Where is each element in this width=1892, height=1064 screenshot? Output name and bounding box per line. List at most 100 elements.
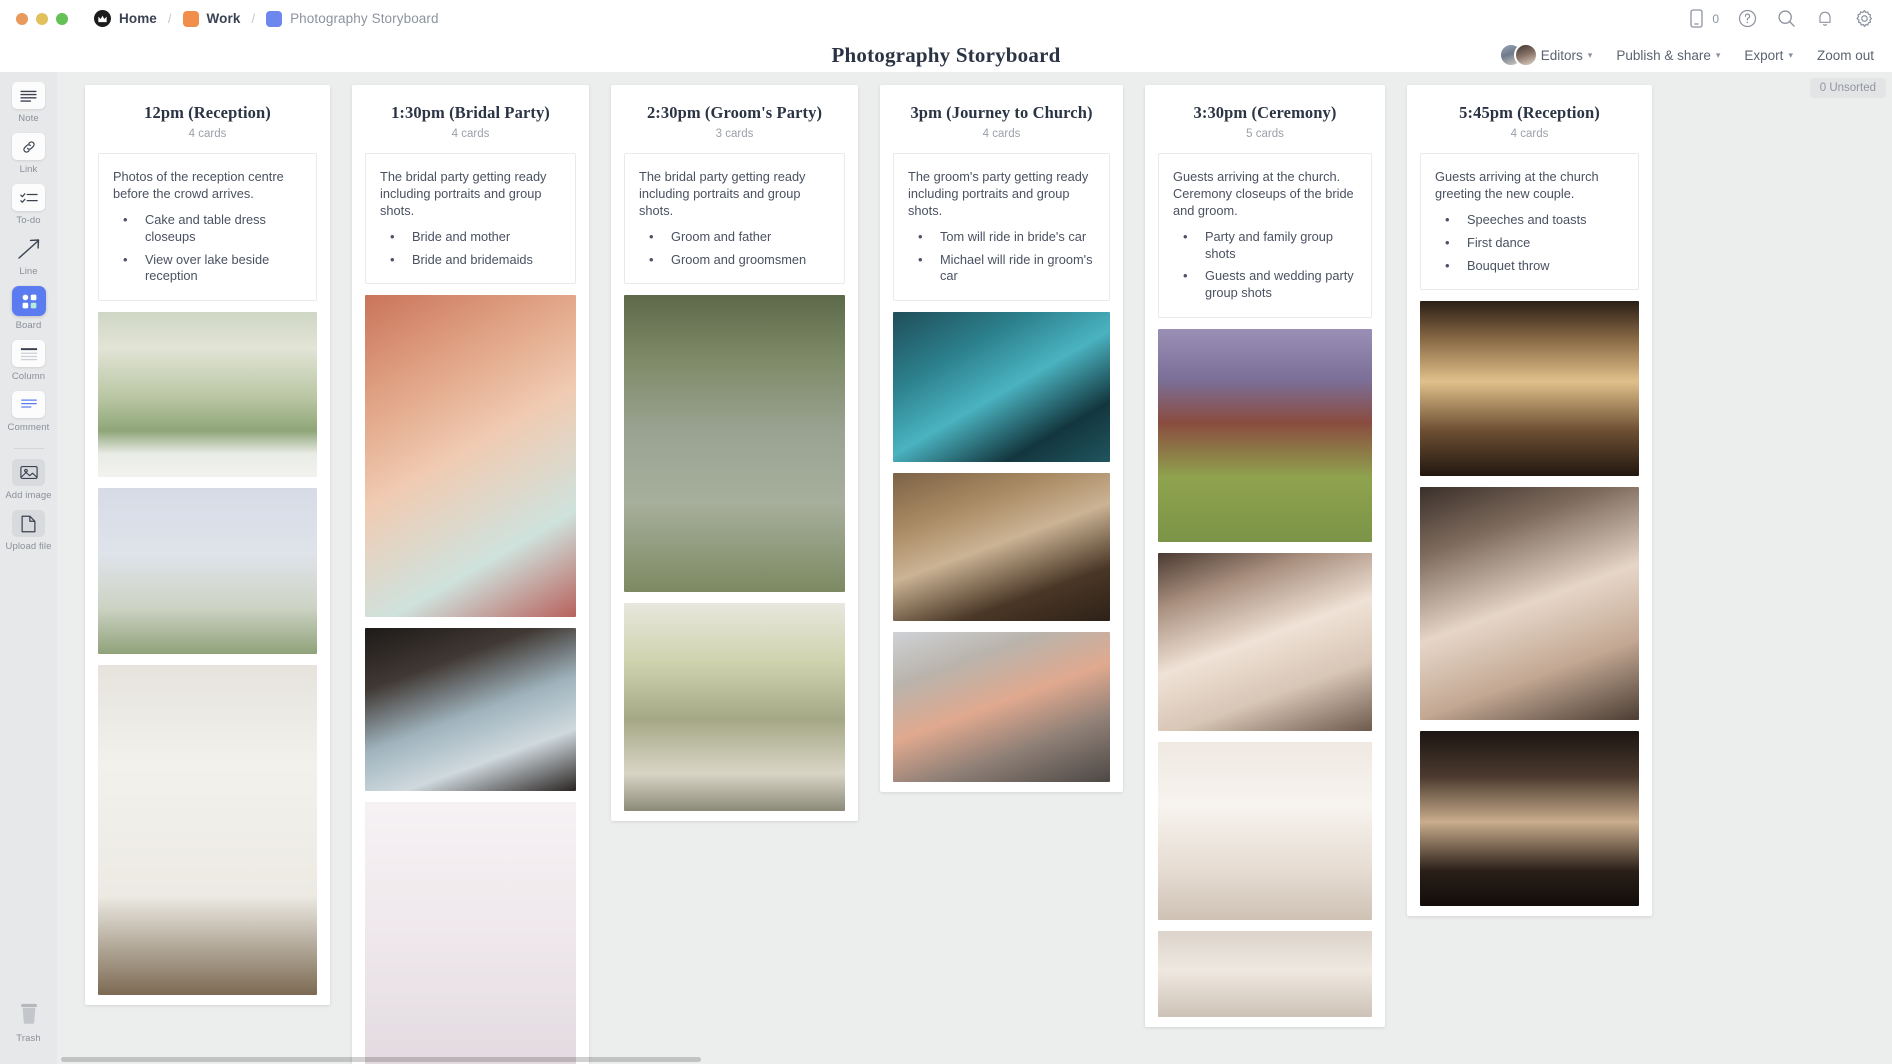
couple-embrace-photo[interactable] (1420, 487, 1639, 721)
bride-veil-photo[interactable] (1158, 553, 1372, 732)
note-bullet-item: Bride and bridemaids (380, 251, 561, 269)
sidebar-item-add-image[interactable]: Add image (0, 459, 57, 501)
milanote-logo-icon (94, 10, 111, 27)
car-greeting-photo[interactable] (893, 632, 1110, 783)
breadcrumb-item-work[interactable]: Work (182, 10, 241, 27)
export-label: Export (1744, 47, 1784, 63)
column-card-count: 4 cards (1510, 128, 1549, 140)
scrollbar-thumb[interactable] (61, 1057, 701, 1062)
board-column[interactable]: 2:30pm (Groom's Party) 3 cards The bridal … (611, 85, 858, 822)
wedding-party-photo[interactable] (1158, 329, 1372, 543)
mobile-icon[interactable] (1685, 8, 1707, 30)
flower-girls-photo[interactable] (365, 802, 576, 1064)
column-header: 3:30pm (Ceremony) 5 cards (1145, 85, 1385, 153)
board-column[interactable]: 1:30pm (Bridal Party) 4 cards The bridal p… (352, 85, 589, 1064)
close-window-button[interactable] (16, 12, 28, 25)
sidebar-item-note[interactable]: Note (0, 82, 57, 124)
avatar (1513, 43, 1538, 67)
sidebar-item-label: Board (15, 320, 42, 331)
column-title: 3:30pm (Ceremony) (1193, 103, 1337, 122)
sidebar-item-upload-file[interactable]: Upload file (0, 510, 57, 552)
sidebar-item-comment[interactable]: Comment (0, 391, 57, 433)
search-icon[interactable] (1775, 8, 1797, 30)
zoom-out-button[interactable]: Zoom out (1817, 48, 1874, 63)
note-bullet-list: Cake and table dress closeups View over l… (113, 211, 302, 286)
vintage-car-photo[interactable] (893, 312, 1110, 463)
breadcrumb-item-current[interactable]: Photography Storyboard (266, 10, 439, 27)
breadcrumb-separator-1: / (167, 11, 172, 26)
note-bullet-item: Cake and table dress closeups (113, 211, 302, 246)
note-card[interactable]: The bridal party getting ready including… (624, 153, 845, 285)
sidebar-item-trash[interactable]: Trash (0, 999, 57, 1044)
help-icon[interactable] (1736, 8, 1758, 30)
board-column[interactable]: 3:30pm (Ceremony) 5 cards Guests arriving … (1145, 85, 1385, 1028)
column-header: 2:30pm (Groom's Party) 3 cards (611, 85, 858, 153)
breadcrumb-current-label: Photography Storyboard (290, 11, 439, 26)
image-icon (12, 459, 45, 486)
rings-in-hands-photo[interactable] (1158, 742, 1372, 921)
sidebar-item-board[interactable]: Board (0, 286, 57, 331)
titlebar-actions: 0 (1685, 8, 1892, 30)
note-bullet-list: Tom will ride in bride's car Michael will… (908, 228, 1095, 286)
breadcrumb-item-home[interactable]: Home (94, 10, 157, 27)
line-icon (12, 235, 45, 262)
toast-photo[interactable] (1420, 301, 1639, 477)
sidebar-item-todo[interactable]: To-do (0, 184, 57, 226)
steering-wheel-photo[interactable] (893, 473, 1110, 622)
board-column[interactable]: 12pm (Reception) 4 cards Photos of the rec… (85, 85, 330, 1006)
editors-button[interactable]: Editors ▾ (1498, 43, 1592, 67)
work-folder-icon (182, 10, 199, 27)
settings-icon[interactable] (1853, 8, 1875, 30)
minimize-window-button[interactable] (36, 12, 48, 25)
board-column[interactable]: 5:45pm (Reception) 4 cards Guests arriving… (1407, 85, 1652, 917)
note-card[interactable]: The groom's party getting ready includin… (893, 153, 1110, 302)
first-dance-photo[interactable] (1420, 731, 1639, 907)
zoom-out-label: Zoom out (1816, 47, 1874, 63)
notifications-icon[interactable] (1814, 8, 1836, 30)
board-columns: 12pm (Reception) 4 cards Photos of the rec… (57, 72, 1892, 1064)
bride-portrait-photo[interactable] (365, 295, 576, 618)
note-bullet-item: Tom will ride in bride's car (908, 228, 1095, 246)
note-paragraph: The groom's party getting ready includin… (908, 169, 1089, 218)
sidebar-item-link[interactable]: Link (0, 133, 57, 175)
note-card[interactable]: Photos of the reception centre before th… (98, 153, 317, 302)
mobile-device-count: 0 (1712, 11, 1719, 26)
bridesmaids-laughing-photo[interactable] (365, 628, 576, 792)
column-title: 1:30pm (Bridal Party) (391, 103, 550, 122)
maximize-window-button[interactable] (56, 12, 68, 25)
note-bullet-list: Party and family group shots Guests and w… (1173, 228, 1357, 303)
column-icon (12, 340, 45, 367)
chevron-down-icon: ▾ (1788, 49, 1793, 60)
unsorted-badge[interactable]: 0 Unsorted (1809, 78, 1886, 98)
reception-colonnade-photo[interactable] (98, 312, 317, 478)
groom-suit-photo[interactable] (624, 295, 845, 593)
note-icon (12, 82, 45, 109)
breadcrumb-home-label: Home (119, 11, 157, 26)
column-header: 1:30pm (Bridal Party) 4 cards (352, 85, 589, 153)
bouquet-arch-photo[interactable] (98, 488, 317, 655)
board-column[interactable]: 3pm (Journey to Church) 4 cards The groom'… (880, 85, 1123, 793)
board-header-actions: Editors ▾ Publish & share ▾ Export ▾ Zoo… (1498, 43, 1892, 67)
note-bullet-list: Bride and mother Bride and bridemaids (380, 228, 561, 269)
wedding-cake-photo[interactable] (98, 665, 317, 996)
column-card-count: 3 cards (715, 128, 754, 140)
horizontal-scrollbar[interactable] (57, 1056, 1892, 1062)
export-button[interactable]: Export ▾ (1744, 48, 1793, 63)
window-traffic-lights (0, 12, 68, 25)
note-bullet-item: Groom and father (639, 228, 830, 246)
note-bullet-item: Michael will ride in groom's car (908, 251, 1095, 286)
board-canvas[interactable]: 0 Unsorted 12pm (Reception) 4 cards Photos… (57, 72, 1892, 1064)
note-card[interactable]: Guests arriving at the church. Ceremony … (1158, 153, 1372, 319)
board-folder-icon (266, 10, 283, 27)
sidebar-item-label: Upload file (5, 541, 52, 552)
dress-detail-photo[interactable] (1158, 931, 1372, 1018)
sidebar-item-line[interactable]: Line (0, 235, 57, 277)
breadcrumb-separator-2: / (251, 11, 256, 26)
sidebar-item-column[interactable]: Column (0, 340, 57, 382)
groomsmen-cheers-photo[interactable] (624, 603, 845, 812)
note-card[interactable]: The bridal party getting ready including… (365, 153, 576, 285)
note-card[interactable]: Guests arriving at the church greeting t… (1420, 153, 1639, 291)
note-bullet-list: Speeches and toasts First dance Bouquet th… (1435, 211, 1624, 275)
publish-share-button[interactable]: Publish & share ▾ (1616, 48, 1720, 63)
note-bullet-list: Groom and father Groom and groomsmen (639, 228, 830, 269)
